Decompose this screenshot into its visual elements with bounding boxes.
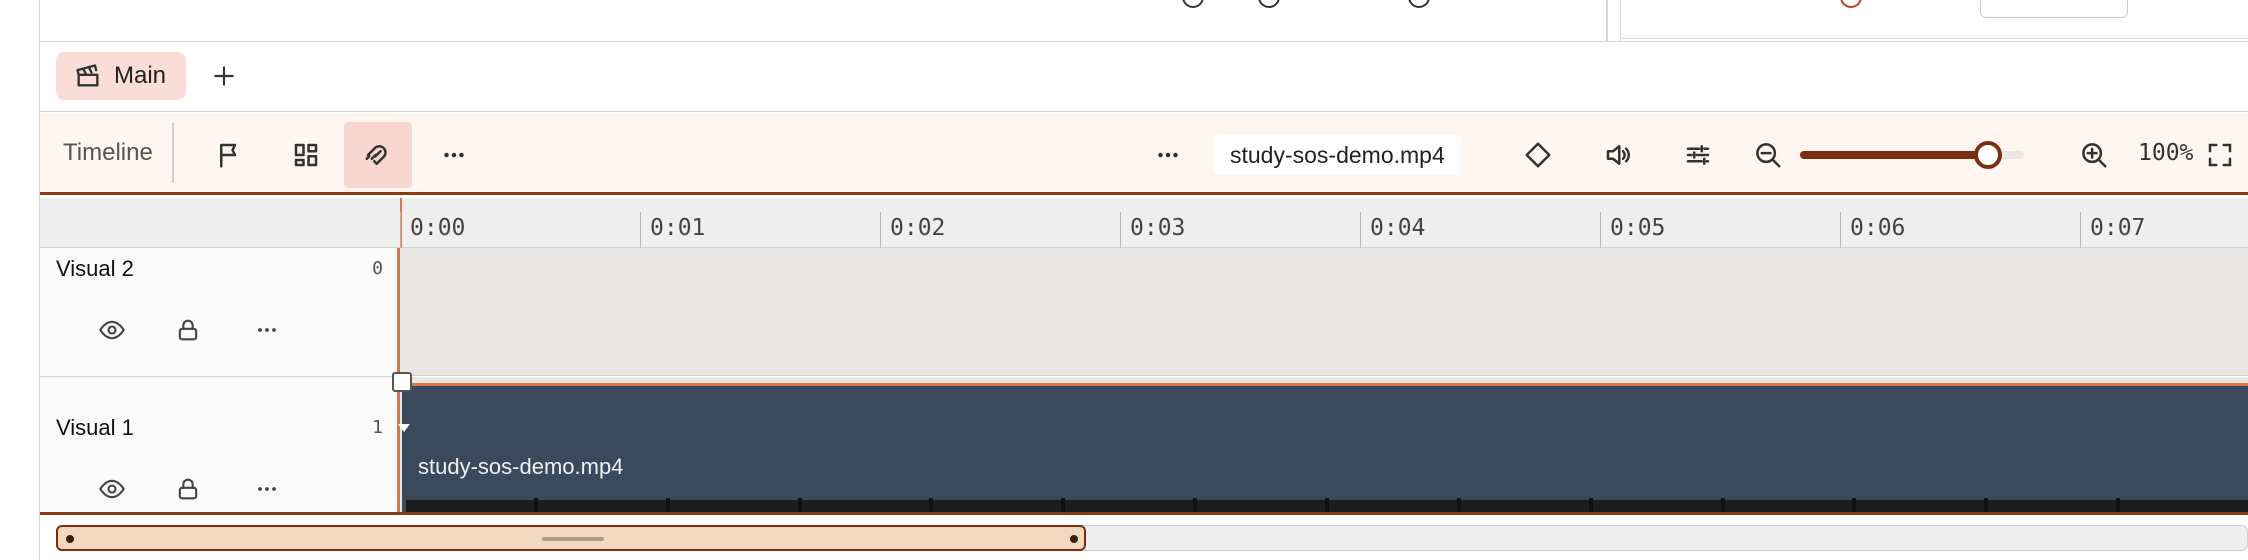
tick <box>640 212 641 248</box>
track-lane-visual-1[interactable]: study-sos-demo.mp4 <box>400 377 2248 512</box>
zoom-in-icon <box>2082 143 2107 168</box>
magnet-icon <box>365 145 387 165</box>
panel-divider-2 <box>1620 0 1621 42</box>
scrollbar-thumb[interactable] <box>56 525 1086 551</box>
zoom-out-icon <box>1756 143 1781 168</box>
eye-icon <box>99 479 125 499</box>
zoom-slider-thumb[interactable] <box>1974 141 2002 169</box>
grid-icon <box>294 143 318 167</box>
lock-icon <box>178 478 198 500</box>
scrollbar-left-handle[interactable] <box>66 535 74 543</box>
left-gutter <box>0 0 40 560</box>
file-more-button[interactable] <box>1134 122 1202 188</box>
tick-label: 0:01 <box>650 215 706 241</box>
time-ruler[interactable]: 0:00 0:01 0:02 0:03 0:04 0:05 0:06 0:07 <box>40 198 2248 248</box>
tab-main-label: Main <box>114 62 167 89</box>
track-lane-visual-2[interactable] <box>400 248 2248 376</box>
tab-main[interactable]: Main <box>56 52 187 100</box>
tick <box>1120 212 1121 248</box>
search-icon[interactable] <box>1258 0 1280 8</box>
eye-icon <box>99 320 125 340</box>
tick-label: 0:03 <box>1130 215 1186 241</box>
toolbar-separator <box>172 123 174 183</box>
track-name: Visual 1 <box>56 415 134 440</box>
visibility-toggle[interactable] <box>92 469 132 509</box>
tick-label: 0:05 <box>1610 215 1666 241</box>
track-header-visual-2: Visual 2 0 <box>40 248 400 377</box>
file-name-pill[interactable]: study-sos-demo.mp4 <box>1214 135 1461 175</box>
tick-label: 0:02 <box>890 215 946 241</box>
volume-icon <box>1606 145 1630 165</box>
layout-button[interactable] <box>272 122 340 188</box>
tick <box>1360 212 1361 248</box>
tick <box>400 212 401 248</box>
scrollbar-grip <box>542 537 604 541</box>
lock-icon <box>178 319 198 341</box>
more-horizontal-icon <box>444 152 464 158</box>
zoom-slider[interactable] <box>1800 141 2024 169</box>
visibility-toggle[interactable] <box>92 310 132 350</box>
snap-toggle-button[interactable] <box>344 122 412 188</box>
sliders-icon <box>1686 145 1710 165</box>
marker-button[interactable] <box>196 122 264 188</box>
zoom-slider-fill <box>1800 151 1988 159</box>
lock-toggle[interactable] <box>168 469 208 509</box>
add-tab-button[interactable] <box>202 54 246 98</box>
peek-icon-1 <box>1182 0 1204 8</box>
horizontal-scrollbar[interactable] <box>40 515 2248 560</box>
panel-divider <box>1606 0 1608 42</box>
clip-thumbnails <box>406 498 2248 512</box>
search-icon-2[interactable] <box>1408 0 1430 8</box>
panel-input[interactable] <box>1980 0 2128 18</box>
tab-bar: Main <box>40 42 2248 112</box>
track-name: Visual 2 <box>56 256 134 281</box>
fullscreen-button[interactable] <box>2186 122 2248 188</box>
tick-label: 0:06 <box>1850 215 1906 241</box>
scrollbar-right-handle[interactable] <box>1070 535 1078 543</box>
video-clip[interactable]: study-sos-demo.mp4 <box>402 383 2248 512</box>
record-icon[interactable] <box>1840 0 1862 8</box>
tick-label: 0:07 <box>2090 215 2146 241</box>
zoom-out-button[interactable] <box>1734 122 1802 188</box>
panel-bottom-border <box>1620 38 2248 39</box>
clip-name: study-sos-demo.mp4 <box>418 454 624 479</box>
keyframe-button[interactable] <box>1504 122 1572 188</box>
tick <box>2080 212 2081 248</box>
flag-icon <box>220 143 237 168</box>
track-more-button[interactable] <box>247 310 287 350</box>
tick <box>880 212 881 248</box>
adjustments-button[interactable] <box>1664 122 1732 188</box>
track-index: 1 <box>372 417 383 438</box>
track-header-visual-1: Visual 1 1 <box>40 377 400 512</box>
track-more-button[interactable] <box>247 469 287 509</box>
diamond-icon <box>1525 142 1551 168</box>
plus-icon <box>214 66 234 86</box>
tick <box>1600 212 1601 248</box>
fullscreen-icon <box>2208 143 2232 167</box>
more-horizontal-icon <box>258 328 276 332</box>
lock-toggle[interactable] <box>168 310 208 350</box>
track-index: 0 <box>372 258 383 279</box>
volume-button[interactable] <box>1584 122 1652 188</box>
timeline-label: Timeline <box>63 139 153 166</box>
clapperboard-icon <box>76 64 99 87</box>
more-horizontal-icon-2 <box>1158 152 1178 158</box>
more-horizontal-icon <box>258 487 276 491</box>
tick-label: 0:04 <box>1370 215 1426 241</box>
tick-label: 0:00 <box>410 215 466 241</box>
playhead-handle[interactable] <box>392 372 412 392</box>
top-panel-strip <box>40 0 2248 42</box>
timeline-toolbar: Timeline study-sos-demo.mp4 100% <box>40 113 2248 195</box>
toolbar-more-button[interactable] <box>420 122 488 188</box>
zoom-in-button[interactable] <box>2060 122 2128 188</box>
playhead-marker <box>398 424 410 432</box>
tick <box>1840 212 1841 248</box>
